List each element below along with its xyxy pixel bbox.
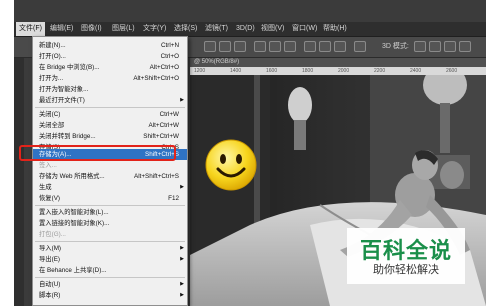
menu-item-place-embedded[interactable]: 置入嵌入的智能对象(L)... — [33, 207, 187, 218]
align-left-icon[interactable] — [254, 41, 266, 52]
menu-item-open-smart-object[interactable]: 打开为智能对象... — [33, 84, 187, 95]
align-bottom-icon[interactable] — [234, 41, 246, 52]
menu-item-close[interactable]: 关闭(C) Ctrl+W — [33, 109, 187, 120]
menu-item-new[interactable]: 新建(N)... Ctrl+N — [33, 40, 187, 51]
menu-item-check-in[interactable]: 签入... — [33, 160, 187, 171]
menu-item-browse-bridge[interactable]: 在 Bridge 中浏览(B)... Alt+Ctrl+O — [33, 62, 187, 73]
menu-item-share-behance[interactable]: 在 Behance 上共享(D)... — [33, 265, 187, 276]
menu-bar: 文件(F) 编辑(E) 图像(I) 图层(L) 文字(Y) 选择(S) 滤镜(T… — [14, 22, 486, 37]
align-center-icon[interactable] — [269, 41, 281, 52]
menu-select[interactable]: 选择(S) — [171, 22, 200, 36]
distribute-top-icon[interactable] — [304, 41, 316, 52]
align-right-icon[interactable] — [284, 41, 296, 52]
ruler-mark: 2200 — [374, 68, 386, 74]
menu-image[interactable]: 图像(I) — [78, 22, 105, 36]
menu-item-import[interactable]: 导入(M) ▶ — [33, 243, 187, 254]
menu-separator — [35, 277, 185, 278]
3d-mode-label: 3D 模式: — [382, 43, 409, 50]
menu-item-open-as[interactable]: 打开为... Alt+Shift+Ctrl+O — [33, 73, 187, 84]
smiley-face-icon — [205, 139, 257, 191]
ruler-mark: 1600 — [266, 68, 278, 74]
ruler-mark: 1200 — [194, 68, 206, 74]
3d-rotate-icon[interactable] — [414, 41, 426, 52]
menu-type[interactable]: 文字(Y) — [140, 22, 169, 36]
align-middle-icon[interactable] — [219, 41, 231, 52]
file-menu-dropdown: 新建(N)... Ctrl+N 打开(O)... Ctrl+O 在 Bridge 中… — [32, 36, 188, 306]
menu-item-close-all[interactable]: 关闭全部 Alt+Ctrl+W — [33, 120, 187, 131]
menu-help[interactable]: 帮助(H) — [320, 22, 350, 36]
menu-item-open[interactable]: 打开(O)... Ctrl+O — [33, 51, 187, 62]
submenu-arrow-icon: ▶ — [180, 97, 184, 103]
menu-window[interactable]: 窗口(W) — [289, 22, 320, 36]
menu-item-package[interactable]: 打包(G)... — [33, 229, 187, 240]
submenu-arrow-icon: ▶ — [180, 292, 184, 298]
ruler-mark: 2600 — [446, 68, 458, 74]
distribute-bottom-icon[interactable] — [334, 41, 346, 52]
tools-panel[interactable] — [14, 58, 24, 306]
ruler-mark: 1400 — [230, 68, 242, 74]
distribute-horizontal-icon[interactable] — [354, 41, 366, 52]
3d-roll-icon[interactable] — [429, 41, 441, 52]
document-tab[interactable]: @ 50%(RGB/8#) — [190, 58, 486, 67]
3d-slide-icon[interactable] — [459, 41, 471, 52]
menu-item-revert[interactable]: 恢复(V) F12 — [33, 193, 187, 204]
menu-separator — [35, 241, 185, 242]
submenu-arrow-icon: ▶ — [180, 245, 184, 251]
submenu-arrow-icon: ▶ — [180, 281, 184, 287]
menu-item-generate[interactable]: 生成 ▶ — [33, 182, 187, 193]
menu-item-automate[interactable]: 自动(U) ▶ — [33, 279, 187, 290]
3d-pan-icon[interactable] — [444, 41, 456, 52]
menu-3d[interactable]: 3D(D) — [233, 22, 258, 36]
menu-item-scripts[interactable]: 脚本(R) ▶ — [33, 290, 187, 301]
menu-separator — [35, 107, 185, 108]
distribute-middle-icon[interactable] — [319, 41, 331, 52]
menu-item-save-for-web[interactable]: 存储为 Web 所用格式... Alt+Shift+Ctrl+S — [33, 171, 187, 182]
watermark-subtitle: 助你轻松解决 — [373, 264, 439, 276]
ruler-mark: 1800 — [302, 68, 314, 74]
menu-view[interactable]: 视图(V) — [258, 22, 287, 36]
menu-item-recent-files[interactable]: 最近打开文件(T) ▶ — [33, 95, 187, 106]
menu-file[interactable]: 文件(F) — [16, 22, 45, 36]
ruler-mark: 2400 — [410, 68, 422, 74]
submenu-arrow-icon: ▶ — [180, 256, 184, 262]
menu-filter[interactable]: 滤镜(T) — [202, 22, 231, 36]
menu-item-place-linked[interactable]: 置入链接的智能对象(K)... — [33, 218, 187, 229]
ruler-mark: 2000 — [338, 68, 350, 74]
submenu-arrow-icon: ▶ — [180, 184, 184, 190]
menu-separator — [35, 205, 185, 206]
save-as-highlight-annotation — [19, 145, 176, 161]
menu-layer[interactable]: 图层(L) — [109, 22, 138, 36]
menu-item-close-go-bridge[interactable]: 关闭并转到 Bridge... Shift+Ctrl+W — [33, 131, 187, 142]
watermark: 百科全说 助你轻松解决 — [347, 228, 465, 284]
menu-item-export[interactable]: 导出(E) ▶ — [33, 254, 187, 265]
menu-edit[interactable]: 编辑(E) — [47, 22, 76, 36]
align-top-icon[interactable] — [204, 41, 216, 52]
